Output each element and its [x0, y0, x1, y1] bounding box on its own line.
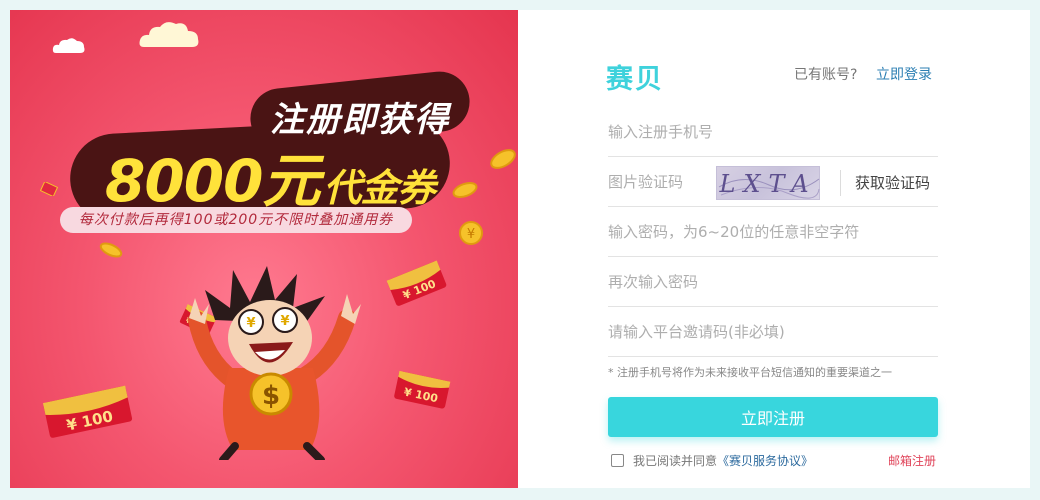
register-form: 赛贝 已有账号? 立即登录 LXTA 获取验证码 [518, 10, 1030, 488]
email-register-link[interactable]: 邮箱注册 [888, 452, 936, 469]
phone-notice: * 注册手机号将作为未来接收平台短信通知的重要渠道之一 [608, 366, 892, 379]
coin-icon [490, 149, 516, 169]
phone-field [608, 108, 938, 157]
captcha-input[interactable] [608, 158, 708, 206]
password-input[interactable] [608, 208, 938, 256]
password-field [608, 208, 938, 257]
amount-text: 8000元 [105, 147, 320, 215]
captcha-text: LXTA [719, 170, 817, 198]
mascot-illustration: ¥ ¥ $ [188, 266, 361, 460]
coin-icon [99, 242, 123, 258]
promo-banner: 注册即获得 8000元 代金券 每次付款后再得100或200元不限时叠加通用券 ¥… [10, 10, 518, 488]
invite-code-input[interactable] [608, 308, 938, 356]
red-envelope-icon: ¥ 100 [394, 370, 451, 409]
divider [840, 170, 841, 196]
cloud-icon [52, 38, 85, 53]
red-envelope-icon: ¥ 100 [42, 385, 133, 438]
captcha-field: LXTA 获取验证码 [608, 158, 938, 207]
register-button[interactable]: 立即注册 [608, 397, 938, 437]
svg-text:¥: ¥ [246, 316, 255, 331]
headline-amount: 8000元 代金券 [105, 134, 435, 218]
password-confirm-input[interactable] [608, 258, 938, 306]
captcha-image[interactable]: LXTA [716, 166, 820, 200]
coin-icon: ¥ [459, 221, 483, 245]
promo-ribbon: 每次付款后再得100或200元不限时叠加通用券 [60, 207, 412, 233]
coin-icon [452, 182, 478, 198]
svg-text:$: $ [262, 381, 280, 411]
coin-icon [40, 182, 58, 196]
amount-suffix: 代金券 [323, 166, 435, 210]
login-link[interactable]: 立即登录 [876, 64, 932, 84]
phone-input[interactable] [608, 108, 938, 156]
agree-checkbox[interactable] [611, 454, 624, 467]
promo-headline: 注册即获得 8000元 代金券 [67, 68, 473, 226]
agreement-link[interactable]: 《赛贝服务协议》 [717, 452, 813, 469]
have-account-text: 已有账号? [794, 67, 858, 83]
cloud-icon [139, 22, 199, 47]
brand-logo: 赛贝 [606, 64, 664, 95]
agreement-row: 我已阅读并同意 《赛贝服务协议》 [611, 452, 813, 469]
get-code-button[interactable]: 获取验证码 [855, 172, 930, 193]
svg-text:¥: ¥ [280, 314, 289, 329]
password-confirm-field [608, 258, 938, 307]
register-page: 注册即获得 8000元 代金券 每次付款后再得100或200元不限时叠加通用券 ¥… [10, 10, 1030, 488]
agree-text: 我已阅读并同意 [633, 454, 718, 468]
red-envelope-icon: ¥ 100 [386, 260, 447, 306]
invite-code-field [608, 308, 938, 357]
svg-text:¥: ¥ [467, 227, 475, 242]
